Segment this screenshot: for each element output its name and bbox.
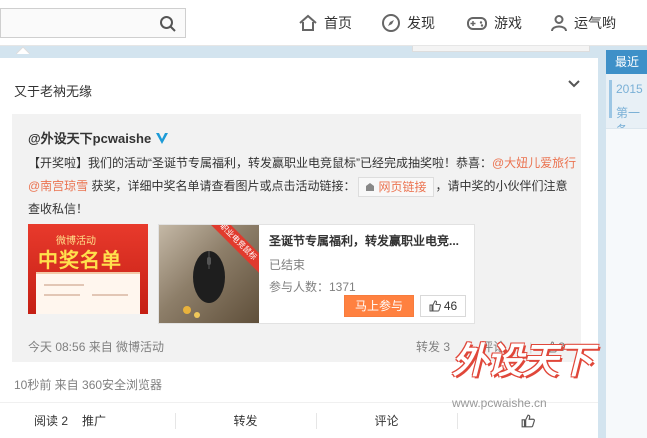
timeline-line xyxy=(609,80,612,118)
text-line xyxy=(44,284,84,286)
activity-title[interactable]: 圣诞节专属福利，转发赢职业电竞... xyxy=(269,232,469,249)
watermark: 外设天下 www.pcwaishe.cn xyxy=(442,332,647,412)
chevron-down-icon[interactable] xyxy=(567,76,581,90)
image-title: 中奖名单 xyxy=(38,250,122,272)
tab-recent[interactable]: 最近 xyxy=(606,50,647,74)
dropdown-shadow xyxy=(412,46,590,52)
repost-button-label: 转发 xyxy=(233,414,258,428)
reposted-content: @外设天下pcwaishe 【开奖啦】我们的活动“圣诞节专属福利，转发赢职业电竞… xyxy=(12,114,581,362)
thumbs-up-icon xyxy=(429,300,441,312)
nav-games-label: 游戏 xyxy=(494,15,522,31)
compass-icon xyxy=(382,14,400,32)
search-input[interactable] xyxy=(0,8,186,38)
timeline-year[interactable]: 2015 xyxy=(616,82,643,96)
thumbs-up-icon xyxy=(521,414,535,427)
nav-discover-label: 发现 xyxy=(407,15,435,31)
mention-link[interactable]: @南宫琼雪 xyxy=(28,179,88,193)
repost-text-part2: 获奖，详细中奖名单请查看图片或点击活动链接： xyxy=(88,179,356,193)
nav-home[interactable]: 首页 xyxy=(298,12,352,34)
author-name[interactable]: @外设天下pcwaishe xyxy=(28,128,151,147)
repost-meta[interactable]: 今天 08:56 来自 微博活动 xyxy=(28,338,164,355)
nav-user-label: 运气哟 xyxy=(574,15,616,31)
text-line xyxy=(92,294,128,296)
winner-list-image[interactable]: 微博活动 中奖名单 xyxy=(28,224,148,314)
comment-button-label: 评论 xyxy=(374,414,399,428)
home-icon xyxy=(299,14,317,31)
repost-author[interactable]: @外设天下pcwaishe xyxy=(28,128,169,147)
promote-button[interactable]: 推广 xyxy=(82,412,106,429)
nav-games[interactable]: 游戏 xyxy=(466,12,522,34)
nav-user[interactable]: 运气哟 xyxy=(550,12,616,34)
watermark-logo: 外设天下 xyxy=(452,340,593,381)
repost-text: 【开奖啦】我们的活动“圣诞节专属福利，转发赢职业电竞鼠标”已经完成抽奖啦！恭喜：… xyxy=(28,152,578,221)
link-icon xyxy=(365,182,374,191)
activity-card[interactable]: 职业电竞鼠标 圣诞节专属福利，转发赢职业电竞... 已结束 参与人数：1371 … xyxy=(158,224,475,324)
join-button[interactable]: 马上参与 xyxy=(344,295,414,317)
search-icon[interactable] xyxy=(159,15,177,33)
comment-button[interactable]: 评论 xyxy=(316,403,457,438)
read-count: 阅读 2 推广 xyxy=(0,403,175,438)
nav-discover[interactable]: 发现 xyxy=(381,12,435,34)
user-icon xyxy=(551,15,567,32)
mouse-image: 职业电竞鼠标 xyxy=(159,225,259,323)
web-link-label: 网页链接 xyxy=(378,179,427,194)
activity-like-button[interactable]: 46 xyxy=(420,295,466,317)
read-count-label: 阅读 2 xyxy=(34,414,69,428)
post-text: 又于老衲无缘 xyxy=(14,84,93,99)
repost-text-part1: 【开奖啦】我们的活动“圣诞节专属福利，转发赢职业电竞鼠标”已经完成抽奖啦！恭喜： xyxy=(28,156,492,170)
caret-up-icon xyxy=(16,46,30,54)
watermark-url: www.pcwaishe.cn xyxy=(452,396,547,410)
text-line xyxy=(44,294,80,296)
nav-home-label: 首页 xyxy=(324,15,352,31)
top-nav-bar: 首页 发现 游戏 运气哟 xyxy=(0,0,647,46)
mention-link[interactable]: @大妞儿爱旅行 xyxy=(492,156,576,170)
post-meta[interactable]: 10秒前 来自 360安全浏览器 xyxy=(14,376,162,393)
activity-like-count: 46 xyxy=(443,299,458,313)
web-link[interactable]: 网页链接 xyxy=(357,176,434,197)
participant-count: 参与人数：1371 xyxy=(269,280,356,294)
winner-list-paper xyxy=(36,272,140,314)
verified-icon xyxy=(156,132,169,144)
gamepad-icon xyxy=(467,17,487,30)
repost-button[interactable]: 转发 xyxy=(175,403,316,438)
activity-status: 已结束 xyxy=(269,258,306,272)
